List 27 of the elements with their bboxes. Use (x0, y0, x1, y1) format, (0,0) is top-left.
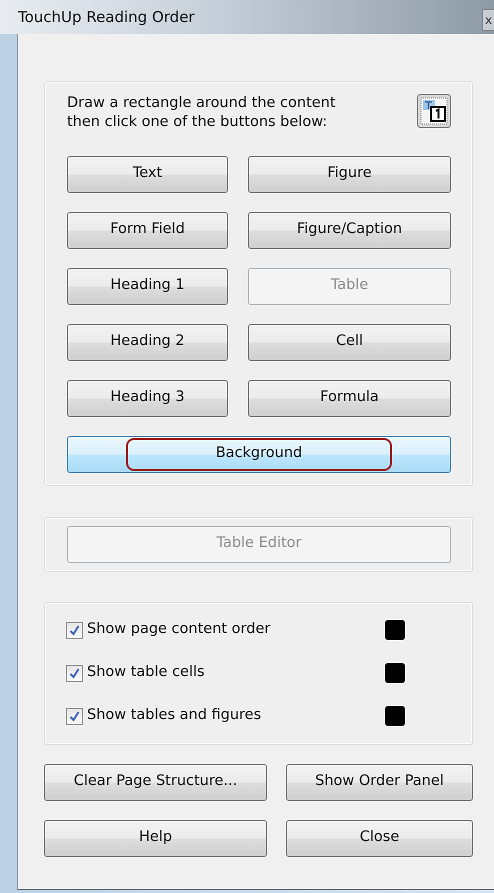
reading-order-icon[interactable] (417, 94, 451, 128)
color-swatch[interactable] (385, 663, 405, 684)
tag-button[interactable]: Form Field (67, 212, 228, 249)
option-label: Show tables and figures (87, 706, 262, 726)
dialog-button[interactable]: Close (286, 820, 473, 857)
tag-button[interactable]: Heading 1 (67, 268, 228, 305)
checkbox[interactable] (66, 708, 83, 725)
tag-button[interactable]: Cell (248, 324, 451, 361)
color-swatch[interactable] (385, 706, 405, 726)
dialog-button[interactable]: Clear Page Structure... (44, 764, 267, 801)
checkbox[interactable] (66, 622, 83, 639)
tag-button[interactable]: Text (67, 156, 228, 193)
option-label: Show table cells (87, 663, 206, 682)
tag-button[interactable]: Figure/Caption (248, 212, 451, 249)
tag-button[interactable]: Figure (248, 156, 451, 193)
window-x-button[interactable]: x (482, 9, 494, 31)
dialog-button[interactable]: Help (44, 820, 267, 857)
instruction-text: Draw a rectangle around the content then click one of the buttons below: (67, 94, 337, 132)
tag-button[interactable]: Formula (248, 380, 451, 417)
tag-button[interactable]: Background (67, 436, 451, 473)
dialog-button[interactable]: Show Order Panel (286, 764, 473, 801)
tag-button[interactable]: Heading 3 (67, 380, 228, 417)
option-label: Show page content order (87, 620, 272, 640)
checkbox[interactable] (66, 664, 83, 682)
color-swatch[interactable] (385, 620, 405, 640)
window-title: TouchUp Reading Order (18, 6, 195, 28)
tag-button[interactable]: Heading 2 (67, 324, 228, 361)
